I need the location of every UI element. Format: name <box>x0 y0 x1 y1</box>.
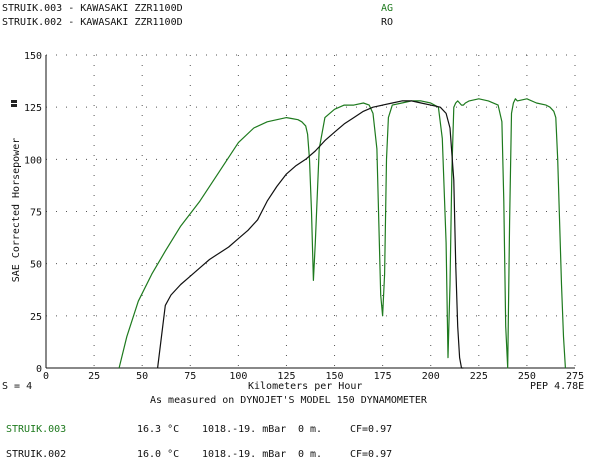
chart-axes <box>45 55 575 369</box>
weather-pressure: 1018.-19. mBar <box>202 449 287 460</box>
x-tick-label: 75 <box>184 371 196 382</box>
y-tick-label: 100 <box>24 155 42 166</box>
y-tick-label: 150 <box>24 51 42 62</box>
weather-temp: 16.0 °C <box>137 449 180 460</box>
weather-altitude: 0 m. <box>298 449 323 460</box>
x-tick-label: 225 <box>470 371 488 382</box>
y-tick-label: 0 <box>36 364 42 375</box>
y-axis-label: SAE Corrected Horsepower <box>11 138 22 283</box>
chart-grid <box>46 54 576 368</box>
x-tick-label: 25 <box>88 371 100 382</box>
y-tick-labels: 0 25 50 75 100 125 150 <box>24 51 42 375</box>
y-axis-marker <box>11 100 17 103</box>
series-line-1 <box>118 98 566 369</box>
weather-cf: CF=0.97 <box>350 424 393 435</box>
weather-temp: 16.3 °C <box>137 424 180 435</box>
y-tick-label: 50 <box>30 260 42 271</box>
x-tick-label: 175 <box>374 371 392 382</box>
x-tick-label: 100 <box>229 371 247 382</box>
weather-run-name: STRUIK.003 <box>6 424 67 435</box>
x-tick-label: 50 <box>136 371 148 382</box>
weather-cf: CF=0.97 <box>350 449 393 460</box>
dyno-caption: As measured on DYNOJET'S MODEL 150 DYNAM… <box>150 395 427 406</box>
weather-altitude: 0 m. <box>298 424 323 435</box>
series-line-2 <box>157 100 464 369</box>
pep-value: PEP 4.78E <box>530 381 585 392</box>
y-tick-label: 125 <box>24 103 42 114</box>
chart-series <box>118 98 566 369</box>
s-value: S = 4 <box>2 381 33 392</box>
x-axis-label: Kilometers per Hour <box>248 381 363 392</box>
weather-run-name: STRUIK.002 <box>6 449 67 460</box>
y-axis-marker <box>11 104 17 107</box>
y-tick-label: 75 <box>30 208 42 219</box>
x-tick-label: 200 <box>422 371 440 382</box>
weather-pressure: 1018.-19. mBar <box>202 424 287 435</box>
x-tick-label: 0 <box>43 371 49 382</box>
y-tick-label: 25 <box>30 312 42 323</box>
